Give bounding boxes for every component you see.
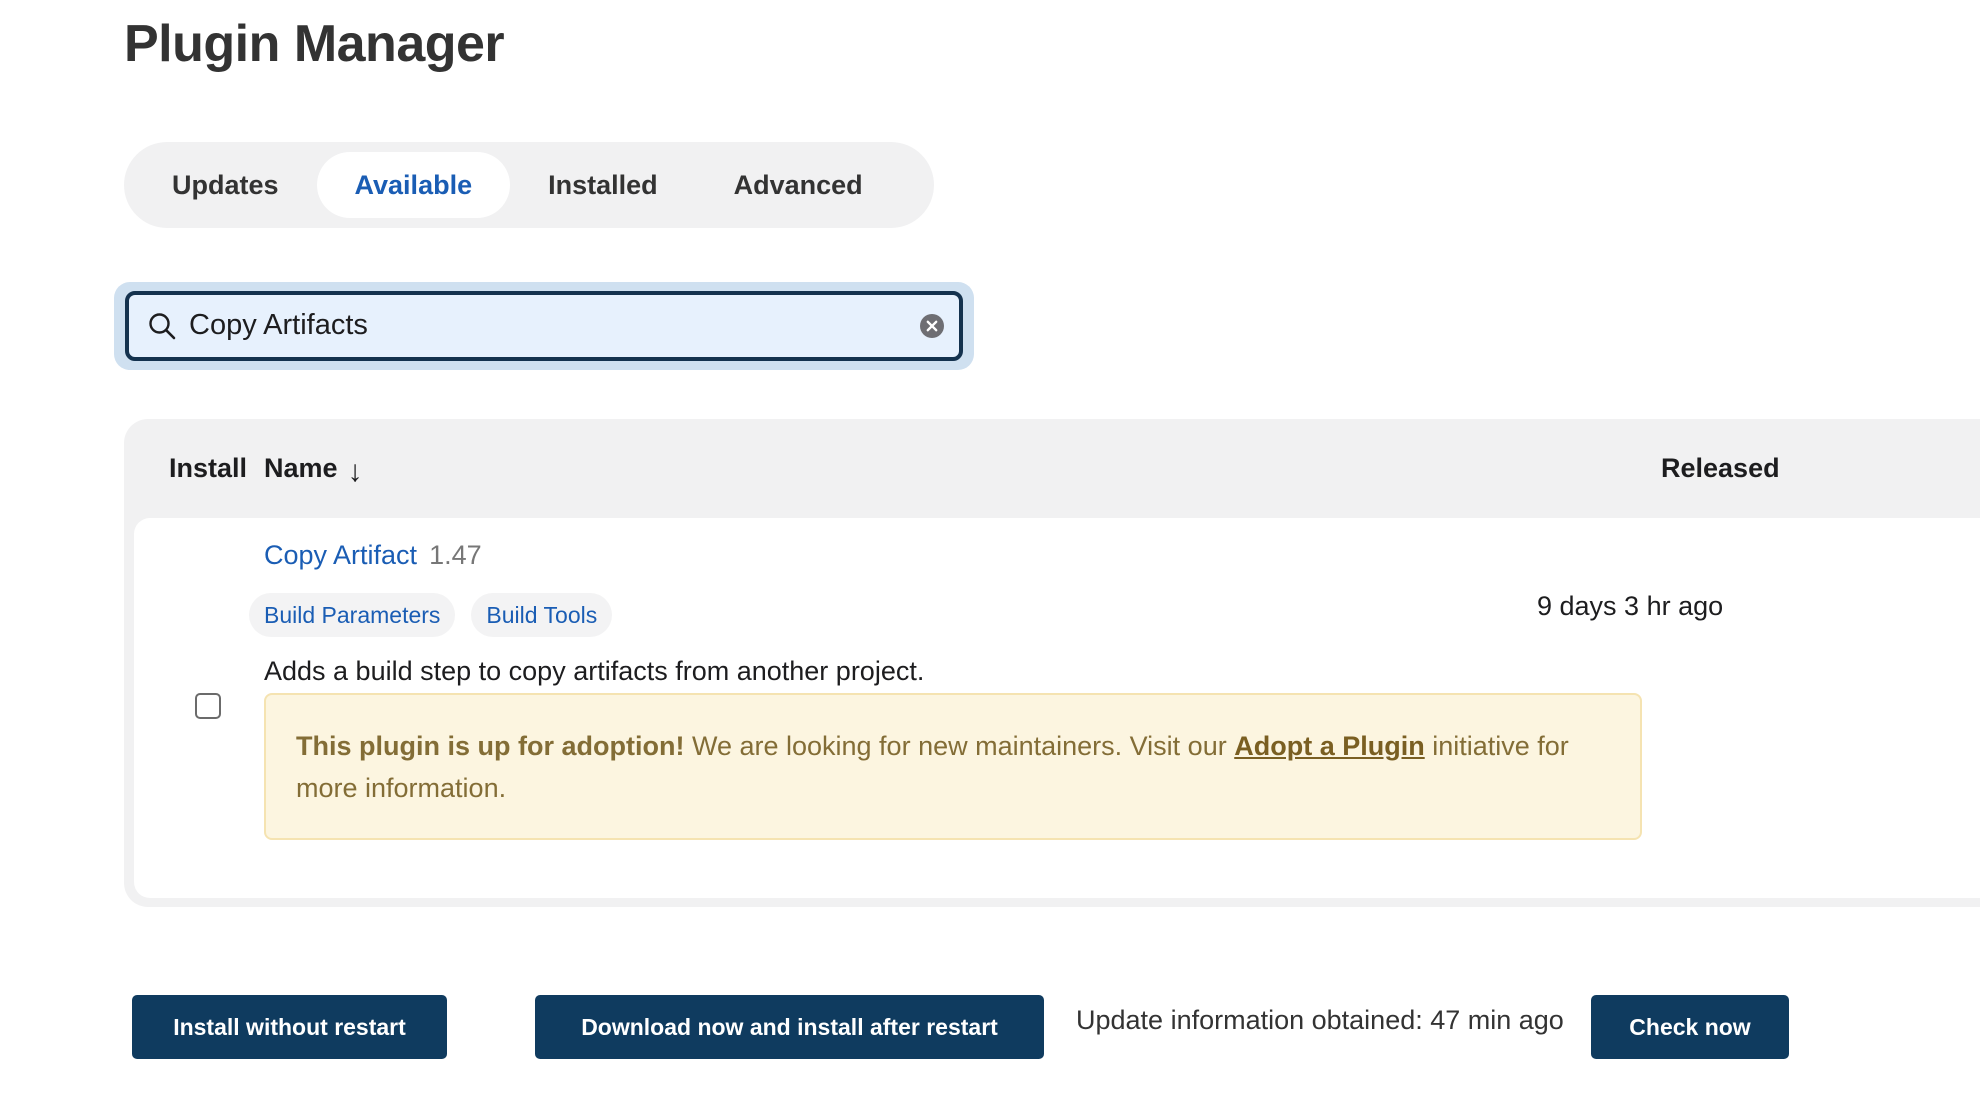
tag-build-parameters[interactable]: Build Parameters [249, 593, 456, 637]
update-info-text: Update information obtained: 47 min ago [1076, 1005, 1564, 1035]
plugin-tags: Build Parameters Build Tools [249, 593, 628, 637]
tab-updates[interactable]: Updates [134, 152, 317, 218]
install-checkbox[interactable] [195, 693, 221, 719]
column-header-name-label: Name [264, 453, 338, 483]
install-without-restart-button[interactable]: Install without restart [132, 995, 447, 1059]
tab-available[interactable]: Available [316, 152, 511, 218]
tag-build-tools[interactable]: Build Tools [471, 593, 613, 637]
search-box [125, 291, 963, 361]
column-header-name[interactable]: Name ↓ [264, 453, 363, 489]
column-header-install: Install [169, 453, 248, 483]
tab-advanced[interactable]: Advanced [696, 152, 901, 218]
clear-icon[interactable] [919, 313, 945, 339]
plugin-manager-page: Plugin Manager Updates Available Install… [0, 0, 1980, 1109]
adoption-notice-heading: This plugin is up for adoption! [296, 731, 685, 761]
plugins-table: Install Name ↓ Released Copy Artifact 1.47… [124, 419, 1980, 907]
table-row: Copy Artifact 1.47 Build Parameters Build… [134, 518, 1980, 898]
sort-arrow-down-icon: ↓ [347, 455, 363, 488]
adoption-notice: This plugin is up for adoption! We are l… [264, 693, 1642, 840]
adopt-a-plugin-link[interactable]: Adopt a Plugin [1234, 731, 1424, 761]
tab-installed[interactable]: Installed [510, 152, 696, 218]
search-focus-ring [114, 282, 974, 370]
plugin-version: 1.47 [429, 540, 482, 570]
plugin-title: Copy Artifact 1.47 [264, 540, 482, 571]
page-title: Plugin Manager [124, 15, 505, 73]
search-icon [149, 313, 176, 340]
adoption-notice-text: We are looking for new maintainers. Visi… [684, 731, 1235, 761]
column-header-released: Released [1661, 453, 1780, 483]
plugin-description: Adds a build step to copy artifacts from… [264, 656, 925, 686]
download-and-install-button[interactable]: Download now and install after restart [535, 995, 1044, 1059]
check-now-button[interactable]: Check now [1591, 995, 1789, 1059]
released-value: 9 days 3 hr ago [1537, 591, 1724, 621]
search-input[interactable] [189, 301, 889, 349]
plugin-name-link[interactable]: Copy Artifact [264, 540, 417, 570]
tab-bar: Updates Available Installed Advanced [124, 142, 934, 228]
